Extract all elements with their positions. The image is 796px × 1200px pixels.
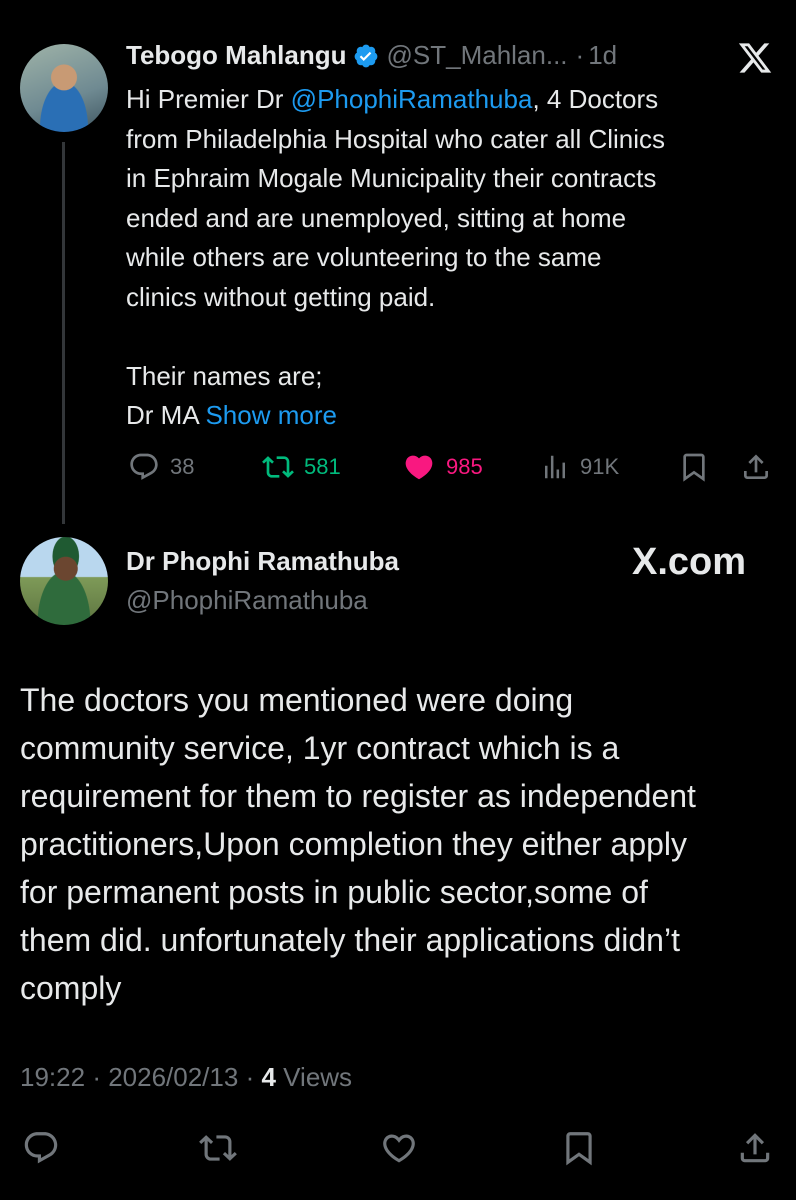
text-line: comply [20,970,122,1006]
text-line: requirement for them to register as inde… [20,778,696,814]
text-line: from Philadelphia Hospital who cater all… [126,123,666,154]
share-icon [740,451,772,483]
text-segment: Dr MA [126,400,206,430]
author-name[interactable]: Dr Phophi Ramathuba [126,546,399,577]
reply-icon [22,1129,60,1167]
views-count: 91K [580,454,620,479]
views-icon [540,451,570,483]
text-segment: Hi Premier Dr [126,84,291,114]
reply-to-header: Tebogo Mahlangu @ST_Mahlan... · 1d [126,40,617,71]
views-label: Views [283,1062,353,1092]
reply-to-text: Hi Premier Dr @PhophiRamathuba, 4 Doctor… [126,80,786,436]
like-icon [402,451,436,483]
mention-link[interactable]: @PhophiRamathuba [291,84,533,114]
retweet-icon [262,451,294,483]
verified-badge-icon [353,43,379,69]
bookmark-icon [678,451,710,483]
xcom-brand-label: X.com [632,541,747,583]
reply-count: 38 [170,454,195,479]
retweet-icon [198,1129,238,1167]
text-line: them did. unfortunately their applicatio… [20,922,680,958]
thread-connector-line [62,142,65,524]
tweet-date[interactable]: 2026/02/13 [108,1062,238,1092]
retweet-button[interactable]: 581 [262,451,341,483]
text-line: community service, 1yr contract which is… [20,730,620,766]
bookmark-button[interactable] [678,451,710,483]
text-line: while others are volunteering to the sam… [126,242,602,272]
bookmark-button[interactable] [560,1129,598,1167]
reply-button[interactable]: 38 [128,451,194,483]
views-button[interactable]: 91K [540,451,619,483]
author-handle[interactable]: @PhophiRamathuba [126,585,368,616]
retweet-count: 581 [304,454,341,479]
dot-separator: · [245,1062,262,1092]
share-button[interactable] [740,451,772,483]
tweet-meta: 19:22 · 2026/02/13 · 4 Views [20,1062,352,1093]
dot-separator: · [575,40,585,70]
avatar-tebogo[interactable] [20,44,108,132]
x-logo-icon [736,40,774,76]
text-line: practitioners,Upon completion they eithe… [20,826,688,862]
like-button[interactable] [380,1129,418,1167]
share-icon [736,1129,774,1167]
reply-icon [128,451,160,483]
tweet-time[interactable]: 19:22 [20,1062,85,1092]
text-line: clinics without getting paid. [126,281,436,312]
like-button[interactable]: 985 [402,451,483,483]
show-more-link[interactable]: Show more [205,400,337,430]
bookmark-icon [560,1129,598,1167]
reply-button[interactable] [22,1129,60,1167]
text-segment: , 4 Doctors [532,84,659,114]
like-icon [380,1129,418,1167]
author-handle[interactable]: @ST_Mahlan... [387,40,568,71]
avatar-phophi[interactable] [20,537,108,625]
dot-separator: · [92,1062,109,1092]
views-number: 4 [261,1062,276,1092]
text-line: The doctors you mentioned were doing [20,682,574,718]
tweet-text: The doctors you mentioned were doing com… [20,676,790,1012]
author-name[interactable]: Tebogo Mahlangu [126,40,347,71]
share-button[interactable] [736,1129,774,1167]
text-line: for permanent posts in public sector,som… [20,874,648,910]
text-line: in Ephraim Mogale Municipality their con… [126,163,657,193]
retweet-button[interactable] [198,1129,238,1167]
text-line: ended and are unemployed, sitting at hom… [126,202,627,233]
time-ago[interactable]: 1d [588,40,617,71]
like-count: 985 [446,454,483,479]
text-line: Their names are; [126,360,323,391]
